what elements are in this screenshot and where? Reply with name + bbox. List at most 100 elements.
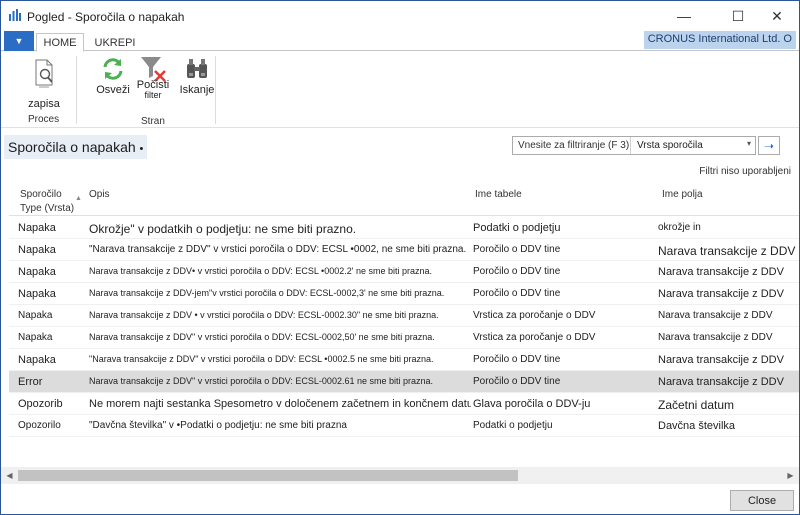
table-row[interactable]: Napaka Narava transakcije z DDV • v vrsti… [9,305,799,327]
clear-filter-icon [141,57,166,82]
ribbon: zapisa Proces Osveži Počisti filter Iska… [1,52,799,128]
page-title-marker: • [139,143,144,155]
table-row[interactable]: Napaka Narava transakcije z DDV" v vrstic… [9,327,799,349]
close-button[interactable]: Close [730,490,794,511]
clear-filter-button-sublabel: filter [144,90,162,100]
record-button[interactable]: zapisa [23,56,65,112]
cell-field-name: Začetni datum [658,398,735,412]
cell-table-name: Poročilo o DDV tine [473,354,561,365]
cell-field-name: Narava transakcije z DDV [658,310,773,321]
cell-description: Narava transakcije z DDV" v vrstici poro… [89,376,433,386]
cell-table-name: Poročilo o DDV tine [473,244,561,255]
cell-description: "Narava transakcije z DDV" v vrstici por… [89,244,467,255]
table-row[interactable]: Napaka Okrožje" v podatkih o podjetju: ne… [9,217,799,239]
cell-description: Okrožje" v podatkih o podjetju: ne sme b… [89,222,357,236]
search-button-label: Iskanje [179,84,215,96]
table-row[interactable]: Napaka "Narava transakcije z DDV" v vrsti… [9,349,799,371]
cell-table-name: Poročilo o DDV tine [473,288,561,299]
apply-filter-button[interactable]: ➝ [758,136,780,155]
column-header-type-line2: Type (Vrsta) [20,203,75,214]
cell-field-name: Narava transakcije z DDV [658,354,784,366]
app-icon [9,9,21,21]
cell-field-name: Narava transakcije z DDV [658,376,784,388]
cell-field-name: Narava transakcije z DDV [658,244,796,258]
cell-description: "Narava transakcije z DDV" v vrstici por… [89,354,434,364]
filter-field-select[interactable]: Vrsta sporočila [637,140,703,151]
cell-message-type: Napaka [18,332,53,343]
file-menu-button[interactable]: ▼ [4,31,34,51]
column-header-table-name[interactable]: Ime tabele [475,189,522,200]
table-row[interactable]: Opozorib Ne morem najti sestanka Spesomet… [9,393,799,415]
cell-message-type: Napaka [18,266,56,278]
refresh-button-label: Osveži [96,84,130,96]
ribbon-separator [76,56,77,124]
cell-description: "Davčna številka" v •Podatki o podjetju:… [89,420,347,431]
cell-field-name: Narava transakcije z DDV [658,288,784,300]
ribbon-tab-bar: ▼ HOME UKREPI CRONUS International Ltd. … [1,31,799,52]
cell-message-type: Napaka [18,354,56,366]
filter-hint: Vnesite za filtriranje (F 3) [518,140,630,151]
ribbon-separator [215,56,216,124]
window-title: Pogled - Sporočila o napakah [27,10,185,24]
document-search-icon [35,59,53,88]
chevron-down-icon[interactable]: ▾ [747,139,751,148]
cell-description: Ne morem najti sestanka Spesometro v dol… [89,398,471,410]
cell-message-type: Opozorib [18,398,63,410]
cell-message-type: Error [18,376,43,388]
clear-filter-button[interactable]: Počisti filter [133,54,173,110]
page-title-text: Sporočila o napakah [8,139,136,155]
scroll-right-icon[interactable]: ▶ [782,467,799,484]
cell-field-name: okrožje in [658,222,701,233]
tab-home[interactable]: HOME [36,33,84,52]
cell-message-type: Napaka [18,288,56,300]
cell-field-name: Narava transakcije z DDV [658,332,773,343]
refresh-button[interactable]: Osveži [93,56,133,102]
page-title: Sporočila o napakah • [4,135,148,159]
cell-field-name: Davčna številka [658,420,736,432]
cell-description: Narava transakcije z DDV • v vrstici por… [89,310,439,320]
cell-message-type: Napaka [18,222,56,234]
company-name: CRONUS International Ltd. O [643,31,796,49]
column-header-type-line1: Sporočilo [20,189,62,200]
column-header-description[interactable]: Opis [89,189,110,200]
cell-description: Narava transakcije z DDV-jem"v vrstici p… [89,288,445,298]
filter-box[interactable]: Vnesite za filtriranje (F 3) Vrsta sporo… [512,136,756,155]
group-label-stran: Stran [141,116,165,127]
refresh-icon [103,58,123,80]
cell-table-name: Glava poročila o DDV-ju [473,398,591,410]
minimize-button[interactable]: — [661,1,707,31]
cell-description: Narava transakcije z DDV• v vrstici poro… [89,266,432,276]
table-row[interactable]: Opozorilo "Davčna številka" v •Podatki o … [9,415,799,437]
cell-message-type: Opozorilo [18,420,61,431]
scroll-left-icon[interactable]: ◀ [1,467,18,484]
column-header-type[interactable]: Sporočilo Type (Vrsta) [20,189,74,214]
table-row[interactable]: Error Narava transakcije z DDV" v vrstici… [9,371,799,393]
cell-table-name: Podatki o podjetju [473,222,561,234]
table-row[interactable]: Napaka Narava transakcije z DDV• v vrstic… [9,261,799,283]
cell-table-name: Poročilo o DDV tine [473,266,561,277]
binoculars-icon [187,59,207,78]
group-label-proces: Proces [28,114,60,125]
scrollbar-thumb[interactable] [18,470,518,481]
filter-divider [630,137,631,154]
horizontal-scrollbar[interactable]: ◀ ▶ [1,467,799,484]
record-button-label: zapisa [28,98,60,110]
search-button[interactable]: Iskanje [177,56,217,102]
cell-table-name: Podatki o podjetju [473,420,553,431]
cell-table-name: Vrstica za poročanje o DDV [473,310,596,321]
cell-table-name: Vrstica za poročanje o DDV [473,332,596,343]
tab-ukrepi[interactable]: UKREPI [89,33,141,52]
table-row[interactable]: Napaka "Narava transakcije z DDV" v vrsti… [9,239,799,261]
table-row[interactable]: Napaka Narava transakcije z DDV-jem"v vrs… [9,283,799,305]
window: Pogled - Sporočila o napakah — ☐ ✕ ▼ HOM… [0,0,800,515]
cell-table-name: Poročilo o DDV tine [473,376,561,387]
close-window-button[interactable]: ✕ [754,1,800,31]
sort-ascending-icon: ▲ [75,195,82,202]
cell-message-type: Napaka [18,244,56,256]
column-header-field-name[interactable]: Ime polja [662,189,703,200]
title-bar: Pogled - Sporočila o napakah — ☐ ✕ [1,1,799,31]
table-header: Sporočilo Type (Vrsta) ▲ Opis Ime tabele… [9,184,799,216]
cell-description: Narava transakcije z DDV" v vrstici poro… [89,332,435,342]
cell-field-name: Narava transakcije z DDV [658,266,784,278]
chevron-down-icon: ▼ [14,36,24,46]
